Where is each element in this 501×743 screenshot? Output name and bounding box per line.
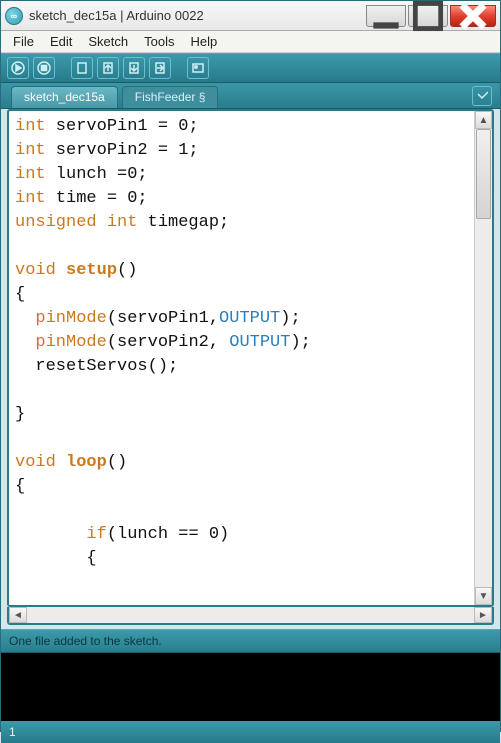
window-controls (366, 5, 496, 27)
toolbar (1, 53, 500, 83)
menu-sketch[interactable]: Sketch (80, 32, 136, 51)
vertical-scrollbar[interactable]: ▲ ▼ (474, 111, 492, 605)
scroll-down-icon[interactable]: ▼ (475, 587, 492, 605)
save-button[interactable] (123, 57, 145, 79)
scroll-left-icon[interactable]: ◄ (9, 607, 27, 623)
stop-button[interactable] (33, 57, 55, 79)
app-icon: ∞ (5, 7, 23, 25)
tab-fishfeeder-[interactable]: FishFeeder § (122, 86, 219, 108)
scroll-track[interactable] (27, 607, 474, 623)
code-area[interactable]: int servoPin1 = 0;int servoPin2 = 1;int … (9, 111, 474, 605)
scroll-thumb[interactable] (476, 129, 491, 219)
menu-edit[interactable]: Edit (42, 32, 80, 51)
stop-icon (37, 61, 51, 75)
save-icon (127, 61, 141, 75)
play-icon (11, 61, 25, 75)
footer-bar: 1 (1, 721, 500, 743)
menu-tools[interactable]: Tools (136, 32, 182, 51)
console-output[interactable] (1, 653, 500, 721)
menu-file[interactable]: File (5, 32, 42, 51)
tab-menu-button[interactable] (472, 86, 492, 106)
serial-icon (191, 61, 205, 75)
serial-monitor-button[interactable] (187, 57, 209, 79)
open-icon (101, 61, 115, 75)
status-message: One file added to the sketch. (9, 634, 162, 648)
horizontal-scrollbar[interactable]: ◄ ► (7, 607, 494, 625)
verify-button[interactable] (7, 57, 29, 79)
titlebar: ∞ sketch_dec15a | Arduino 0022 (1, 1, 500, 31)
tab-sketch_dec15a[interactable]: sketch_dec15a (11, 86, 118, 108)
status-bar: One file added to the sketch. (1, 629, 500, 653)
code-editor[interactable]: int servoPin1 = 0;int servoPin2 = 1;int … (7, 109, 494, 607)
close-button[interactable] (450, 5, 496, 27)
new-icon (75, 61, 89, 75)
tab-bar: sketch_dec15aFishFeeder § (1, 83, 500, 109)
menu-help[interactable]: Help (182, 32, 225, 51)
open-button[interactable] (97, 57, 119, 79)
new-button[interactable] (71, 57, 93, 79)
line-indicator: 1 (9, 725, 16, 739)
scroll-right-icon[interactable]: ► (474, 607, 492, 623)
upload-button[interactable] (149, 57, 171, 79)
maximize-button[interactable] (408, 5, 448, 27)
window-title: sketch_dec15a | Arduino 0022 (29, 8, 366, 23)
minimize-button[interactable] (366, 5, 406, 27)
upload-icon (153, 61, 167, 75)
scroll-up-icon[interactable]: ▲ (475, 111, 492, 129)
